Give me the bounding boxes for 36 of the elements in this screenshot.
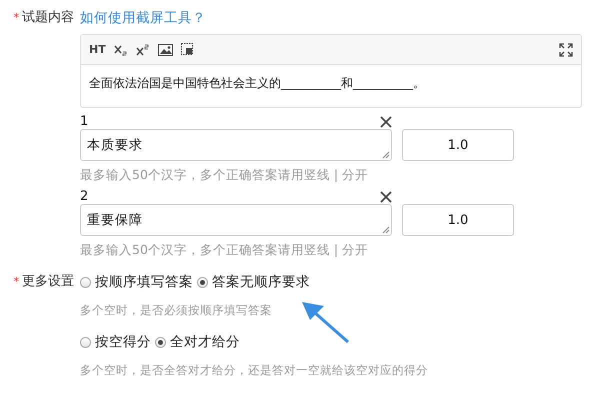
required-mark: * xyxy=(14,274,19,290)
answer-number: 2 xyxy=(80,190,88,204)
rich-text-editor[interactable]: HT 全面依法治国是中国特色社会主义的__________和__________。 xyxy=(80,34,582,108)
resize-grip-icon[interactable] xyxy=(382,226,390,234)
radio-option[interactable]: 按顺序填写答案 xyxy=(80,272,193,292)
radio-option[interactable]: 按空得分 xyxy=(80,332,151,352)
answer-field[interactable]: 本质要求 xyxy=(80,129,392,161)
resize-grip-icon[interactable] xyxy=(382,151,390,159)
superscript-icon[interactable] xyxy=(136,44,150,56)
subscript-icon[interactable] xyxy=(114,44,128,56)
setting-hint: 多个空时，是否全答对才给分，还是答对一空就给该空对应的得分 xyxy=(80,362,429,378)
radio-option[interactable]: 答案无顺序要求 xyxy=(197,272,310,292)
answer-hint: 最多输入50个汉字，多个正确答案请用竖线 | 分开 xyxy=(80,167,370,183)
field-label: 更多设置 xyxy=(22,273,74,291)
radio-button[interactable] xyxy=(197,276,208,288)
question-text: 全面依法治国是中国特色社会主义的__________和__________。 xyxy=(88,75,426,92)
radio-button[interactable] xyxy=(155,336,166,348)
arrow-icon xyxy=(302,300,350,344)
radio-button[interactable] xyxy=(80,336,91,348)
required-mark: * xyxy=(14,10,19,26)
score-field[interactable]: 1.0 xyxy=(402,204,514,236)
score-field[interactable]: 1.0 xyxy=(402,129,514,161)
help-link[interactable]: 如何使用截屏工具？ xyxy=(80,10,206,26)
field-label: 试题内容 xyxy=(22,9,74,27)
answer-hint: 最多输入50个汉字，多个正确答案请用竖线 | 分开 xyxy=(80,242,370,258)
screenshot-icon[interactable] xyxy=(180,43,194,56)
radio-button[interactable] xyxy=(80,276,91,288)
close-icon[interactable] xyxy=(380,116,392,128)
html-button[interactable]: HT xyxy=(89,43,106,56)
image-icon[interactable] xyxy=(158,44,173,56)
radio-option[interactable]: 全对才给分 xyxy=(155,332,240,352)
fullscreen-icon[interactable] xyxy=(559,42,573,56)
answer-field[interactable]: 重要保障 xyxy=(80,204,392,236)
answer-number: 1 xyxy=(80,115,88,129)
close-icon[interactable] xyxy=(380,191,392,203)
setting-hint: 多个空时，是否必须按顺序填写答案 xyxy=(80,302,273,318)
